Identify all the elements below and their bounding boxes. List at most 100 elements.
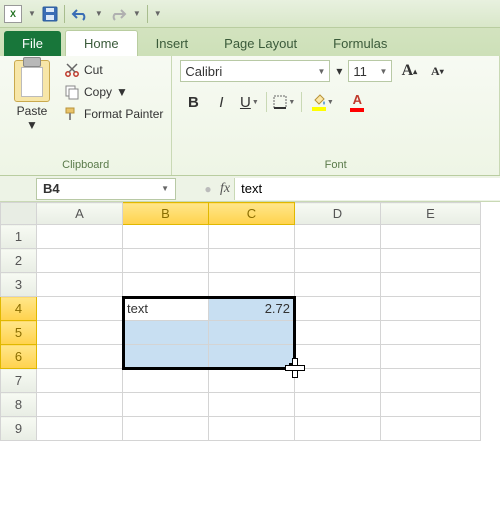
- border-button[interactable]: ▼: [271, 90, 297, 114]
- tab-page-layout[interactable]: Page Layout: [206, 31, 315, 56]
- cell-E8[interactable]: [381, 393, 481, 417]
- cell-D3[interactable]: [295, 273, 381, 297]
- col-header-D[interactable]: D: [295, 203, 381, 225]
- format-painter-button[interactable]: Format Painter: [64, 106, 163, 122]
- cell-B5[interactable]: [123, 321, 209, 345]
- fill-color-swatch: [312, 107, 326, 111]
- font-name-combo[interactable]: Calibri ▼: [180, 60, 330, 82]
- redo-icon[interactable]: [109, 7, 127, 21]
- redo-dropdown[interactable]: ▼: [133, 9, 141, 18]
- excel-app-icon[interactable]: X: [4, 5, 22, 23]
- cell-C4[interactable]: 2.72: [209, 297, 295, 321]
- increase-font-button[interactable]: A▴: [398, 60, 420, 82]
- underline-button[interactable]: U▼: [236, 90, 262, 114]
- cell-A2[interactable]: [37, 249, 123, 273]
- undo-icon[interactable]: [71, 7, 89, 21]
- bold-button[interactable]: B: [180, 90, 206, 114]
- copy-button[interactable]: Copy ▼: [64, 84, 163, 100]
- cell-B1[interactable]: [123, 225, 209, 249]
- spreadsheet-grid[interactable]: A B C D E 1 2 3 4 text2.72 5 6 7 8 9: [0, 202, 500, 441]
- cell-D6[interactable]: [295, 345, 381, 369]
- cell-E5[interactable]: [381, 321, 481, 345]
- paste-button[interactable]: Paste ▼: [8, 60, 56, 132]
- select-all-corner[interactable]: [1, 203, 37, 225]
- cell-B2[interactable]: [123, 249, 209, 273]
- decrease-font-button[interactable]: A▾: [426, 60, 448, 82]
- cell-D8[interactable]: [295, 393, 381, 417]
- undo-dropdown[interactable]: ▼: [95, 9, 103, 18]
- tab-home[interactable]: Home: [65, 30, 138, 56]
- cell-E1[interactable]: [381, 225, 481, 249]
- cut-button[interactable]: Cut: [64, 62, 163, 78]
- ribbon-tabs: File Home Insert Page Layout Formulas: [0, 28, 500, 56]
- cell-A1[interactable]: [37, 225, 123, 249]
- cell-A5[interactable]: [37, 321, 123, 345]
- cell-B4[interactable]: text: [123, 297, 209, 321]
- separator: [64, 5, 65, 23]
- cell-A4[interactable]: [37, 297, 123, 321]
- cancel-icon[interactable]: ●: [200, 182, 216, 196]
- name-box-value: B4: [43, 181, 60, 196]
- col-header-E[interactable]: E: [381, 203, 481, 225]
- cell-D1[interactable]: [295, 225, 381, 249]
- cell-C3[interactable]: [209, 273, 295, 297]
- row-header-7[interactable]: 7: [1, 369, 37, 393]
- fill-color-button[interactable]: ▼: [306, 90, 332, 114]
- cell-B7[interactable]: [123, 369, 209, 393]
- cell-A6[interactable]: [37, 345, 123, 369]
- italic-button[interactable]: I: [208, 90, 234, 114]
- copy-dropdown[interactable]: ▼: [116, 85, 128, 99]
- font-group: Calibri ▼ ▾ 11 ▼ A▴ A▾ B I U▼ ▼: [172, 56, 500, 175]
- name-box[interactable]: B4 ▼: [36, 178, 176, 200]
- cell-E4[interactable]: [381, 297, 481, 321]
- cell-D5[interactable]: [295, 321, 381, 345]
- cell-E3[interactable]: [381, 273, 481, 297]
- tab-formulas[interactable]: Formulas: [315, 31, 405, 56]
- col-header-C[interactable]: C: [209, 203, 295, 225]
- cell-C6[interactable]: [209, 345, 295, 369]
- row-header-5[interactable]: 5: [1, 321, 37, 345]
- cell-A8[interactable]: [37, 393, 123, 417]
- font-size-combo[interactable]: 11 ▼: [348, 60, 392, 82]
- cell-C8[interactable]: [209, 393, 295, 417]
- copy-icon: [64, 84, 80, 100]
- save-icon[interactable]: [42, 6, 58, 22]
- qat-customize-dropdown[interactable]: ▼: [28, 9, 36, 18]
- cell-E2[interactable]: [381, 249, 481, 273]
- row-header-9[interactable]: 9: [1, 417, 37, 441]
- cell-A9[interactable]: [37, 417, 123, 441]
- col-header-A[interactable]: A: [37, 203, 123, 225]
- cell-D4[interactable]: [295, 297, 381, 321]
- cell-E7[interactable]: [381, 369, 481, 393]
- qat-more-dropdown[interactable]: ▼: [154, 9, 162, 18]
- row-header-3[interactable]: 3: [1, 273, 37, 297]
- cell-C7[interactable]: [209, 369, 295, 393]
- formula-input[interactable]: [234, 178, 500, 200]
- cell-C5[interactable]: [209, 321, 295, 345]
- font-color-button[interactable]: A: [344, 90, 370, 114]
- cell-A3[interactable]: [37, 273, 123, 297]
- row-header-1[interactable]: 1: [1, 225, 37, 249]
- cell-E6[interactable]: [381, 345, 481, 369]
- cell-E9[interactable]: [381, 417, 481, 441]
- cell-B6[interactable]: [123, 345, 209, 369]
- cell-D9[interactable]: [295, 417, 381, 441]
- row-header-2[interactable]: 2: [1, 249, 37, 273]
- row-header-6[interactable]: 6: [1, 345, 37, 369]
- tab-file[interactable]: File: [4, 31, 61, 56]
- cell-B9[interactable]: [123, 417, 209, 441]
- cell-B8[interactable]: [123, 393, 209, 417]
- fx-icon[interactable]: fx: [220, 181, 230, 197]
- cell-A7[interactable]: [37, 369, 123, 393]
- tab-insert[interactable]: Insert: [138, 31, 207, 56]
- col-header-B[interactable]: B: [123, 203, 209, 225]
- cell-B3[interactable]: [123, 273, 209, 297]
- row-header-8[interactable]: 8: [1, 393, 37, 417]
- cell-D7[interactable]: [295, 369, 381, 393]
- cell-C2[interactable]: [209, 249, 295, 273]
- row-header-4[interactable]: 4: [1, 297, 37, 321]
- cell-D2[interactable]: [295, 249, 381, 273]
- cell-C9[interactable]: [209, 417, 295, 441]
- cell-C1[interactable]: [209, 225, 295, 249]
- paste-dropdown[interactable]: ▼: [26, 118, 38, 132]
